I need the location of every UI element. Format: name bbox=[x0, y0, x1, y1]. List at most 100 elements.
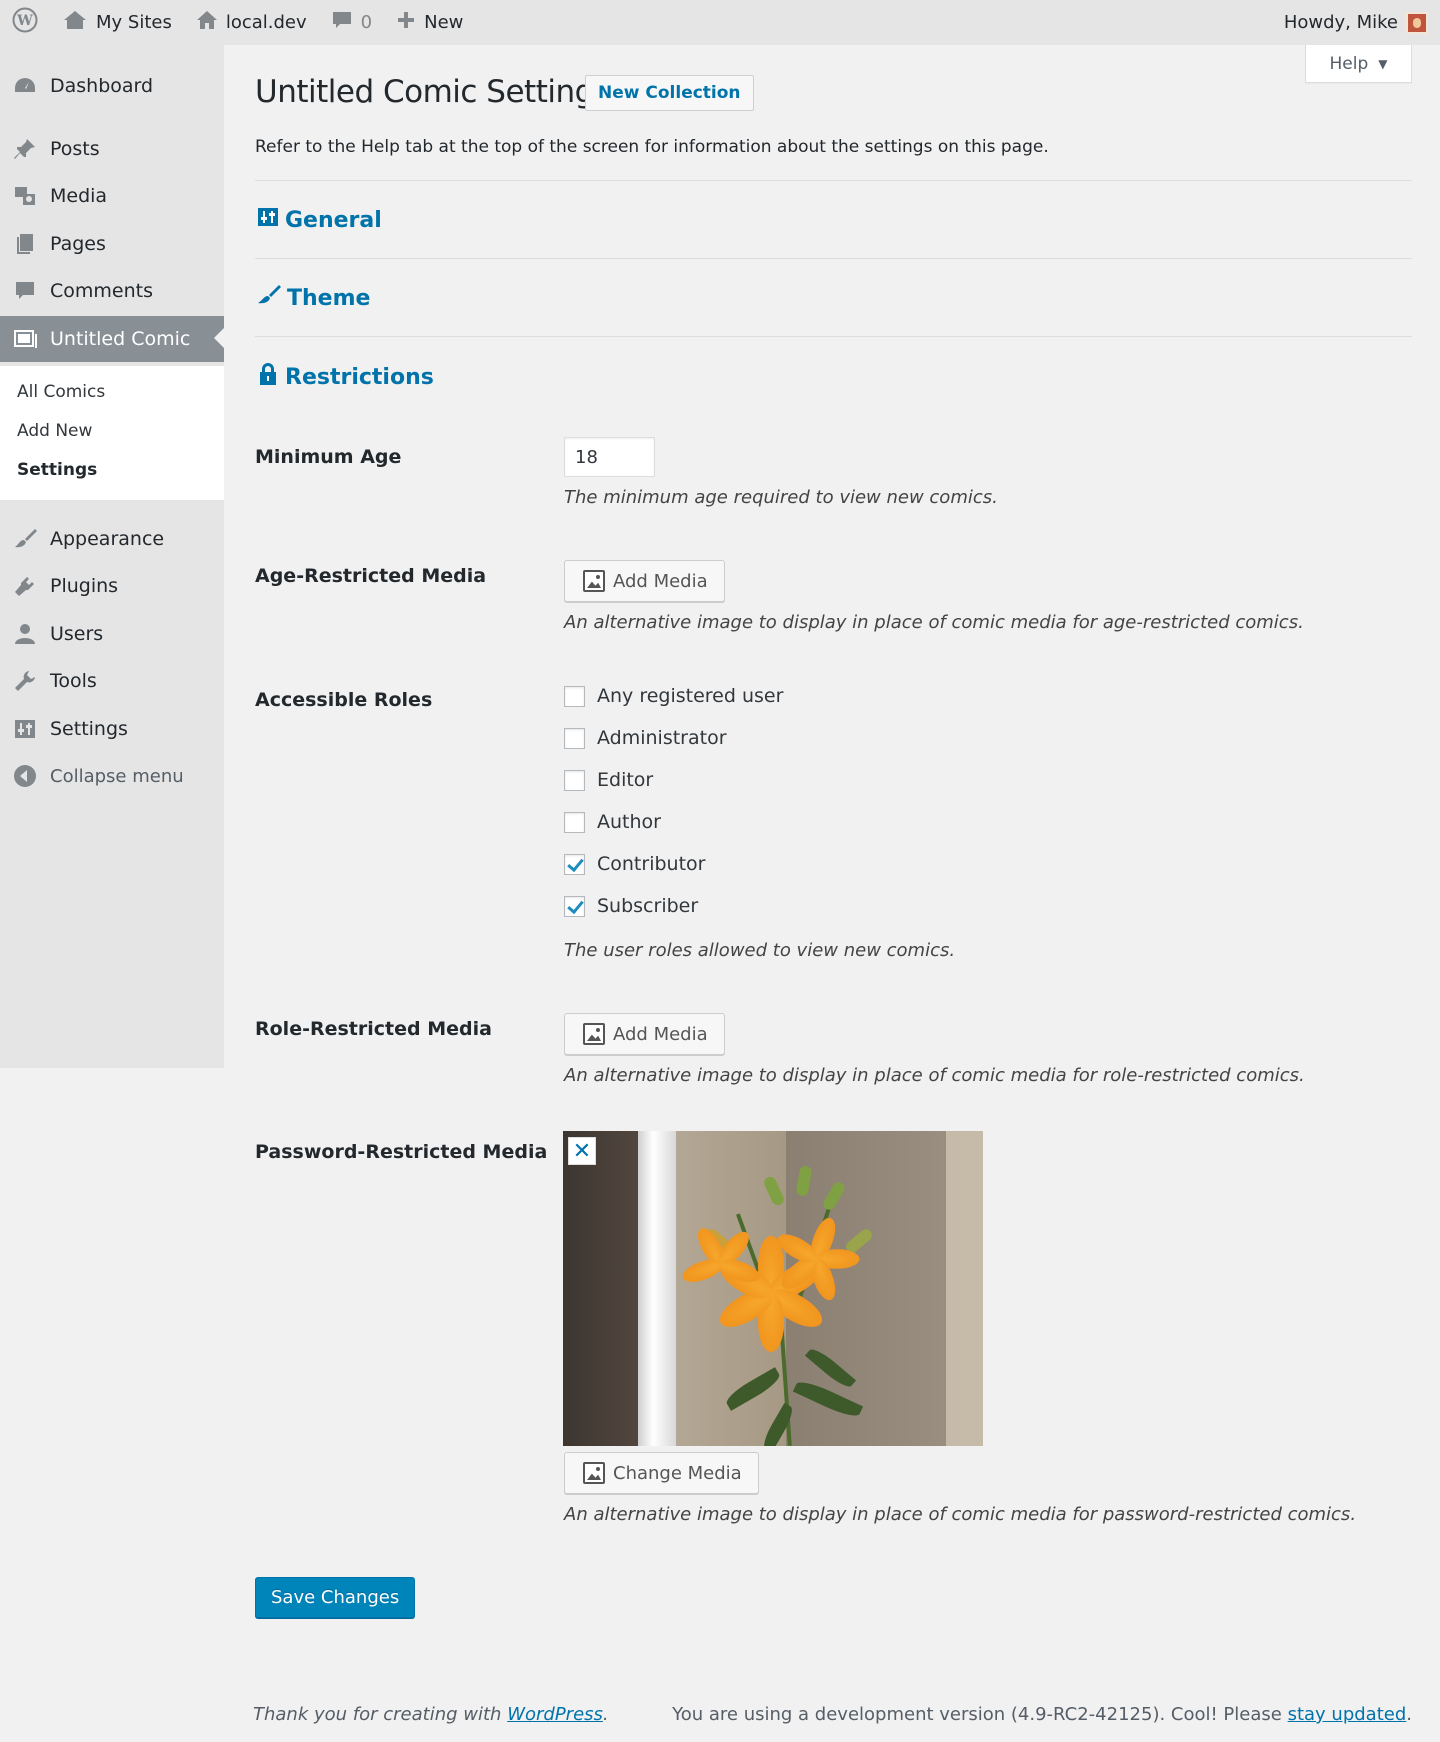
divider bbox=[255, 180, 1412, 181]
sidebar-item-dashboard[interactable]: Dashboard bbox=[0, 64, 224, 108]
section-restrictions-label: Restrictions bbox=[285, 364, 434, 390]
help-tab-button[interactable]: Help ▼ bbox=[1305, 45, 1412, 83]
sidebar-item-comments[interactable]: Comments bbox=[0, 269, 224, 313]
sidebar-item-settings[interactable]: Settings bbox=[0, 707, 224, 751]
lock-icon bbox=[257, 362, 279, 392]
accessible-roles-label: Accessible Roles bbox=[255, 689, 433, 711]
password-media-description: An alternative image to display in place… bbox=[564, 1504, 1357, 1525]
admin-sidebar: Dashboard Posts Media Pages Comments Unt… bbox=[0, 45, 224, 1068]
sidebar-item-label: Tools bbox=[50, 670, 97, 692]
section-theme[interactable]: Theme bbox=[257, 284, 370, 312]
greeting-text: Howdy, Mike bbox=[1283, 12, 1398, 33]
role-media-label: Role-Restricted Media bbox=[255, 1018, 492, 1040]
sidebar-item-media[interactable]: Media bbox=[0, 174, 224, 218]
new-content-menu[interactable]: New bbox=[384, 0, 475, 45]
footer-thanks-suffix: . bbox=[602, 1704, 609, 1725]
comment-icon bbox=[12, 278, 38, 304]
page-title: Untitled Comic Settings bbox=[255, 74, 610, 110]
new-label: New bbox=[424, 12, 464, 33]
wrench-icon bbox=[12, 668, 38, 694]
sidebar-item-posts[interactable]: Posts bbox=[0, 127, 224, 171]
role-checkbox[interactable] bbox=[564, 769, 585, 791]
footer-version-text: You are using a development version (4.9… bbox=[672, 1704, 1288, 1725]
submenu-settings[interactable]: Settings bbox=[17, 460, 97, 480]
sidebar-item-label: Comments bbox=[50, 280, 153, 302]
sidebar-item-label: Plugins bbox=[50, 575, 119, 597]
minimum-age-input[interactable]: 18 bbox=[564, 437, 655, 477]
age-media-label: Age-Restricted Media bbox=[255, 565, 487, 587]
sidebar-item-label: Users bbox=[50, 623, 104, 645]
divider bbox=[255, 258, 1412, 259]
sidebar-item-pages[interactable]: Pages bbox=[0, 222, 224, 266]
stay-updated-link[interactable]: stay updated bbox=[1288, 1704, 1407, 1725]
section-general[interactable]: General bbox=[257, 206, 382, 234]
role-checkbox[interactable] bbox=[564, 811, 585, 833]
remove-media-button[interactable]: ✕ bbox=[568, 1137, 596, 1165]
footer-version: You are using a development version (4.9… bbox=[672, 1704, 1412, 1725]
site-name-menu[interactable]: local.dev bbox=[184, 0, 319, 45]
role-checkbox-label: Editor bbox=[597, 769, 654, 791]
password-media-label: Password-Restricted Media bbox=[255, 1141, 548, 1163]
comic-submenu: All Comics Add New Settings bbox=[0, 366, 224, 500]
role-checkbox[interactable] bbox=[564, 727, 585, 749]
settings-sliders-icon bbox=[12, 716, 38, 742]
wordpress-logo-button[interactable]: W bbox=[0, 0, 50, 45]
role-checkbox[interactable] bbox=[564, 895, 585, 917]
age-media-add-button[interactable]: Add Media bbox=[564, 560, 725, 602]
section-theme-label: Theme bbox=[287, 285, 371, 311]
sidebar-item-appearance[interactable]: Appearance bbox=[0, 517, 224, 561]
paintbrush-icon bbox=[12, 526, 38, 552]
sidebar-item-users[interactable]: Users bbox=[0, 612, 224, 656]
role-media-add-button[interactable]: Add Media bbox=[564, 1013, 725, 1055]
my-sites-menu[interactable]: My Sites bbox=[50, 0, 184, 45]
my-sites-label: My Sites bbox=[96, 12, 172, 33]
submenu-add-new[interactable]: Add New bbox=[17, 421, 92, 441]
admin-bar: W My Sites local.dev 0 New Howdy, Mike bbox=[0, 0, 1440, 45]
new-collection-button[interactable]: New Collection bbox=[585, 75, 754, 111]
role-checkbox-row[interactable]: Any registered user bbox=[564, 685, 783, 707]
dashboard-icon bbox=[12, 73, 38, 99]
sidebar-item-tools[interactable]: Tools bbox=[0, 659, 224, 703]
avatar bbox=[1406, 11, 1428, 34]
role-checkbox-row[interactable]: Author bbox=[564, 811, 661, 833]
password-media-change-button[interactable]: Change Media bbox=[564, 1452, 759, 1494]
comments-menu[interactable]: 0 bbox=[319, 0, 384, 45]
submenu-all-comics[interactable]: All Comics bbox=[17, 382, 105, 402]
sidebar-item-label: Dashboard bbox=[50, 75, 154, 97]
role-checkbox-label: Administrator bbox=[597, 727, 727, 749]
sidebar-item-untitled-comic[interactable]: Untitled Comic bbox=[0, 316, 224, 362]
role-checkbox[interactable] bbox=[564, 685, 585, 707]
section-restrictions[interactable]: Restrictions bbox=[257, 362, 434, 392]
role-checkbox-row[interactable]: Contributor bbox=[564, 853, 705, 875]
role-checkbox-label: Any registered user bbox=[597, 685, 784, 707]
settings-sliders-icon bbox=[257, 206, 279, 234]
age-media-description: An alternative image to display in place… bbox=[564, 612, 1304, 633]
caret-down-icon: ▼ bbox=[1378, 56, 1388, 71]
sidebar-item-label: Untitled Comic bbox=[50, 328, 191, 350]
add-media-label: Add Media bbox=[613, 570, 708, 592]
footer-thankyou: Thank you for creating with WordPress. bbox=[253, 1704, 609, 1725]
save-changes-button[interactable]: Save Changes bbox=[255, 1577, 416, 1618]
account-menu[interactable]: Howdy, Mike bbox=[1272, 0, 1440, 45]
section-general-label: General bbox=[285, 207, 382, 233]
sidebar-item-plugins[interactable]: Plugins bbox=[0, 564, 224, 608]
wordpress-link[interactable]: WordPress bbox=[507, 1704, 603, 1725]
role-checkbox[interactable] bbox=[564, 853, 585, 875]
sidebar-item-label: Pages bbox=[50, 233, 106, 255]
pushpin-icon bbox=[12, 136, 38, 162]
role-checkbox-row[interactable]: Administrator bbox=[564, 727, 727, 749]
sidebar-item-label: Media bbox=[50, 185, 108, 207]
svg-text:W: W bbox=[16, 13, 33, 29]
sidebar-item-label: Appearance bbox=[50, 528, 165, 550]
footer-thanks-text: Thank you for creating with bbox=[253, 1704, 508, 1725]
role-checkbox-row[interactable]: Editor bbox=[564, 769, 653, 791]
collapse-arrow-icon bbox=[12, 763, 38, 789]
role-checkbox-row[interactable]: Subscriber bbox=[564, 895, 698, 917]
comic-icon bbox=[12, 326, 38, 352]
comment-bubble-icon bbox=[331, 9, 353, 36]
divider bbox=[255, 336, 1412, 337]
footer-version-suffix: . bbox=[1406, 1704, 1412, 1725]
media-icon bbox=[12, 183, 38, 209]
paintbrush-icon bbox=[257, 284, 281, 312]
collapse-menu-button[interactable]: Collapse menu bbox=[0, 754, 224, 798]
